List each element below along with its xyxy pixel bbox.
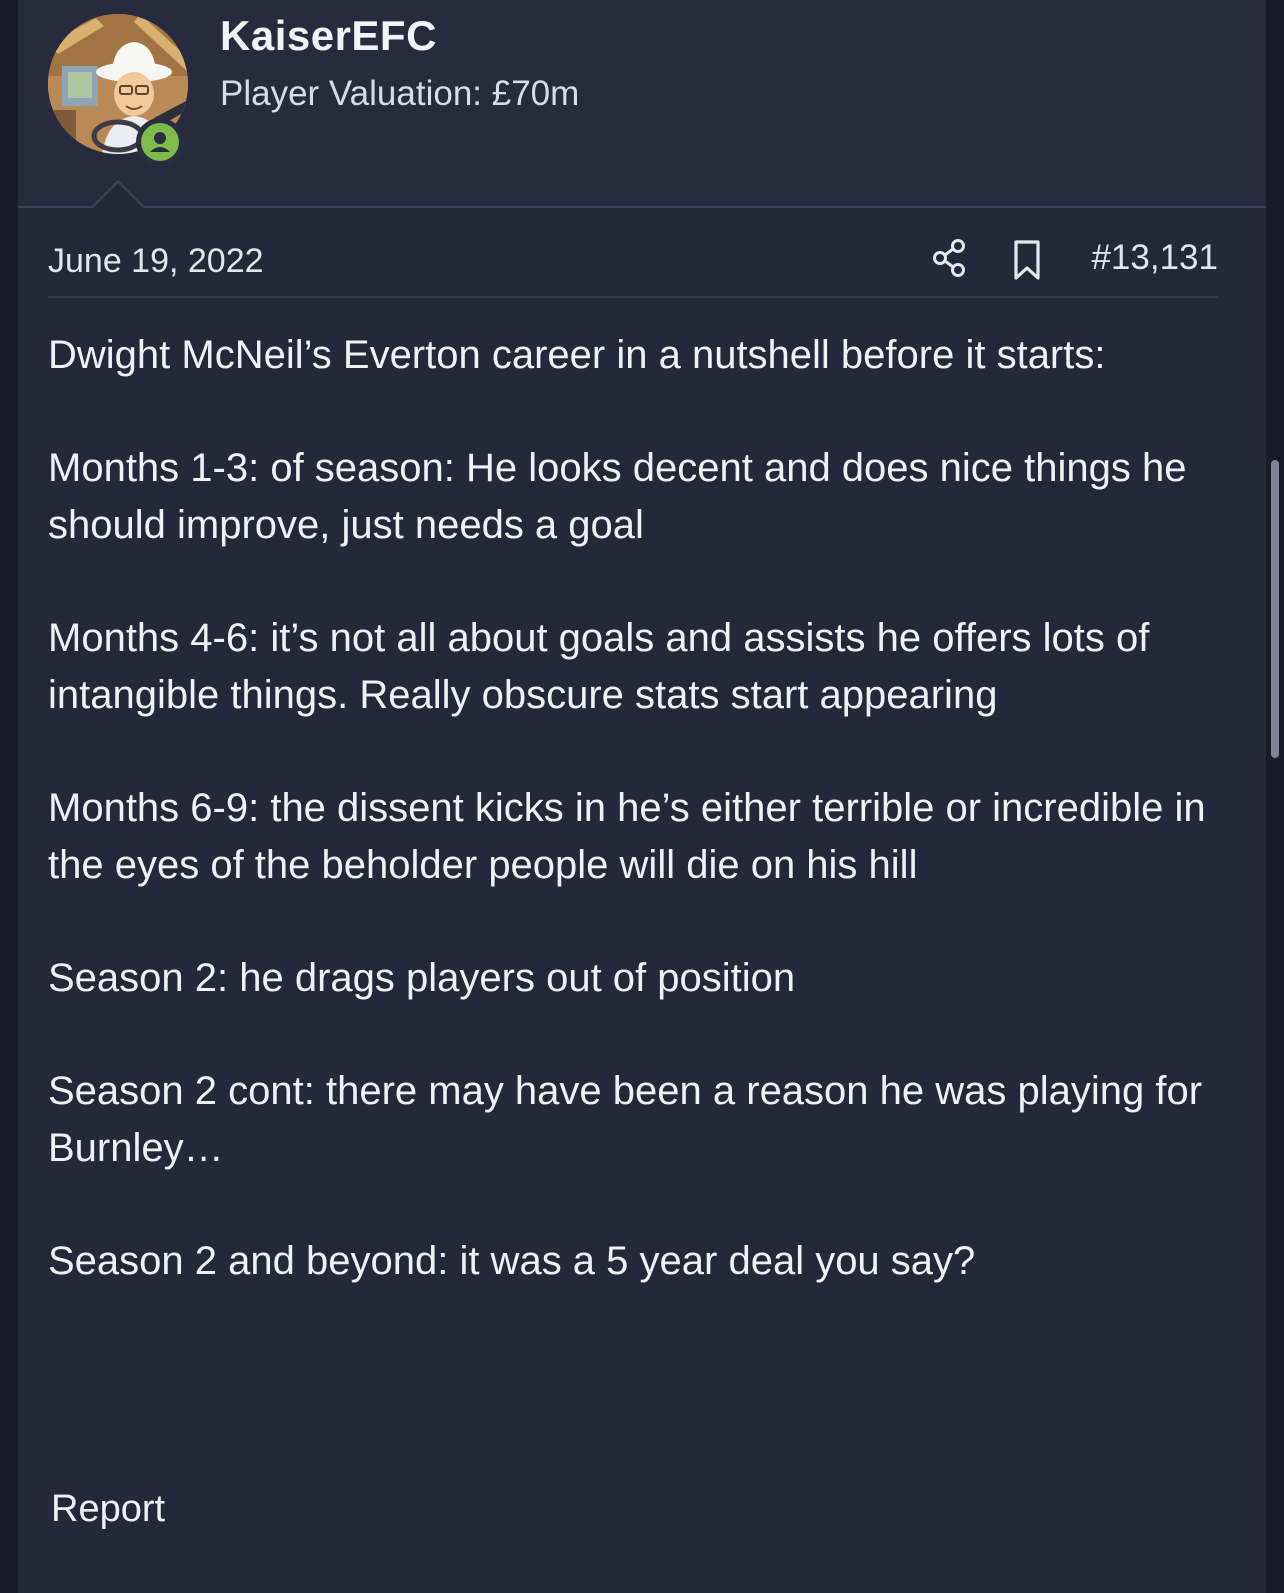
post-paragraph: Months 4-6: it’s not all about goals and… bbox=[48, 616, 1150, 717]
share-icon[interactable] bbox=[928, 236, 972, 280]
username[interactable]: KaiserEFC bbox=[220, 12, 437, 60]
header-pointer-inner bbox=[92, 183, 144, 209]
scrollbar-thumb[interactable] bbox=[1271, 460, 1279, 758]
online-user-icon bbox=[141, 123, 179, 161]
post-date[interactable]: June 19, 2022 bbox=[48, 242, 264, 281]
left-gutter bbox=[0, 0, 18, 1593]
post-body: Dwight McNeil’s Everton career in a nuts… bbox=[48, 327, 1228, 1346]
post-paragraph: Season 2 cont: there may have been a rea… bbox=[48, 1069, 1203, 1170]
right-gutter bbox=[1266, 0, 1284, 1593]
post-paragraph: Dwight McNeil’s Everton career in a nuts… bbox=[48, 333, 1106, 377]
report-link[interactable]: Report bbox=[51, 1488, 165, 1531]
online-status-badge bbox=[136, 118, 184, 166]
post-meta: June 19, 2022 #13,131 bbox=[48, 236, 1218, 298]
post-paragraph: Season 2 and beyond: it was a 5 year dea… bbox=[48, 1239, 976, 1283]
post-number-link[interactable]: #13,131 bbox=[1091, 238, 1218, 278]
post-paragraph: Season 2: he drags players out of positi… bbox=[48, 956, 796, 1000]
user-title: Player Valuation: £70m bbox=[220, 74, 580, 113]
post-paragraph: Months 1-3: of season: He looks decent a… bbox=[48, 446, 1187, 547]
user-header: KaiserEFC Player Valuation: £70m bbox=[18, 0, 1266, 208]
bookmark-icon[interactable] bbox=[1006, 238, 1050, 282]
forum-post: KaiserEFC Player Valuation: £70m June 19… bbox=[18, 0, 1266, 1593]
post-paragraph: Months 6-9: the dissent kicks in he’s ei… bbox=[48, 786, 1206, 887]
